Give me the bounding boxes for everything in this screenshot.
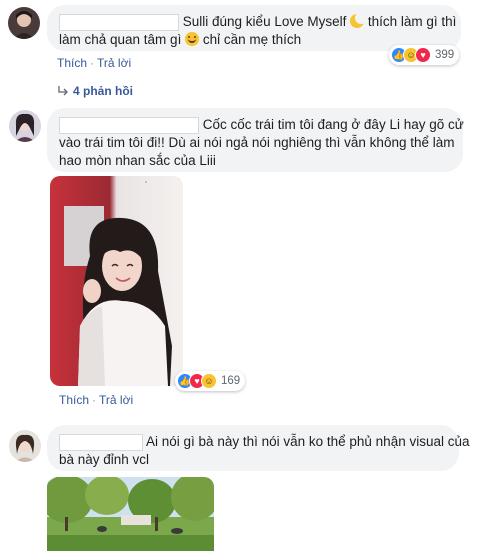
commenter-name-redacted[interactable] xyxy=(59,13,179,31)
comment-2-text-1: Cốc cốc trái tim tôi đang ở đây Li hay g… xyxy=(202,117,464,132)
reaction-summary-1[interactable]: 👍 ☺ ♥ 399 xyxy=(389,45,460,65)
comment-bubble-2: Cốc cốc trái tim tôi đang ở đây Li hay g… xyxy=(47,108,464,172)
crescent-moon-face-icon xyxy=(350,12,368,28)
view-replies-link[interactable]: 4 phản hồi xyxy=(57,84,133,98)
haha-icon: ☺ xyxy=(201,373,217,389)
separator-dot: · xyxy=(92,393,97,407)
svg-text:": " xyxy=(145,182,147,188)
reaction-summary-2[interactable]: 👍 ♥ ☺ 169 xyxy=(175,371,246,391)
separator-dot: · xyxy=(90,56,95,70)
comment-actions-2: Thích · Trả lời xyxy=(59,393,133,407)
reply-link[interactable]: Trả lời xyxy=(99,393,133,407)
reply-link[interactable]: Trả lời xyxy=(97,56,131,70)
avatar-commenter-1[interactable] xyxy=(8,7,40,39)
love-icon: ♥ xyxy=(415,47,431,63)
reaction-count: 399 xyxy=(435,49,455,61)
comment-1-line-1: Sulli đúng kiểu Love Myself thích làm gì… xyxy=(59,12,456,31)
comment-2-line-3: hao mòn nhan sắc của Liii xyxy=(59,153,216,168)
comment-1-text-b: thích làm gì thì xyxy=(367,14,457,29)
like-link[interactable]: Thích xyxy=(57,56,87,70)
reply-count: 4 phản hồi xyxy=(73,84,133,98)
avatar-commenter-2[interactable] xyxy=(9,110,41,142)
comment-bubble-3: Ai nói gì bà này thì nói vẫn ko thể phủ … xyxy=(47,425,470,471)
comment-1-text-d: chỉ cần mẹ thích xyxy=(202,32,302,47)
comment-1-text-c: làm chả quan tâm gì xyxy=(59,32,182,47)
comment-2-line-2: vào trái tim tôi đi!! Dù ai nói ngả nói … xyxy=(59,135,455,150)
reaction-count: 169 xyxy=(221,375,241,387)
commenter-name-redacted[interactable] xyxy=(59,433,143,451)
reply-arrow-icon xyxy=(58,86,68,96)
comment-2-line-1: Cốc cốc trái tim tôi đang ở đây Li hay g… xyxy=(59,116,464,134)
comment-3-line-1: Ai nói gì bà này thì nói vẫn ko thể phủ … xyxy=(59,433,470,451)
smiling-face-icon xyxy=(185,32,200,46)
comment-3-text-1: Ai nói gì bà này thì nói vẫn ko thể phủ … xyxy=(146,434,470,449)
like-link[interactable]: Thích xyxy=(59,393,89,407)
comment-photo-girl[interactable]: " xyxy=(50,176,183,386)
comment-photo-park[interactable] xyxy=(47,477,214,551)
comment-1-text-a: Sulli đúng kiểu Love Myself xyxy=(182,14,347,29)
comment-actions-1: Thích · Trả lời xyxy=(57,56,131,70)
commenter-name-redacted[interactable] xyxy=(59,116,199,134)
comment-1-line-2: làm chả quan tâm gì chỉ cần mẹ thích xyxy=(59,31,449,49)
avatar-commenter-3[interactable] xyxy=(9,430,41,462)
comment-3-line-2: bà này đỉnh vcl xyxy=(59,452,150,467)
